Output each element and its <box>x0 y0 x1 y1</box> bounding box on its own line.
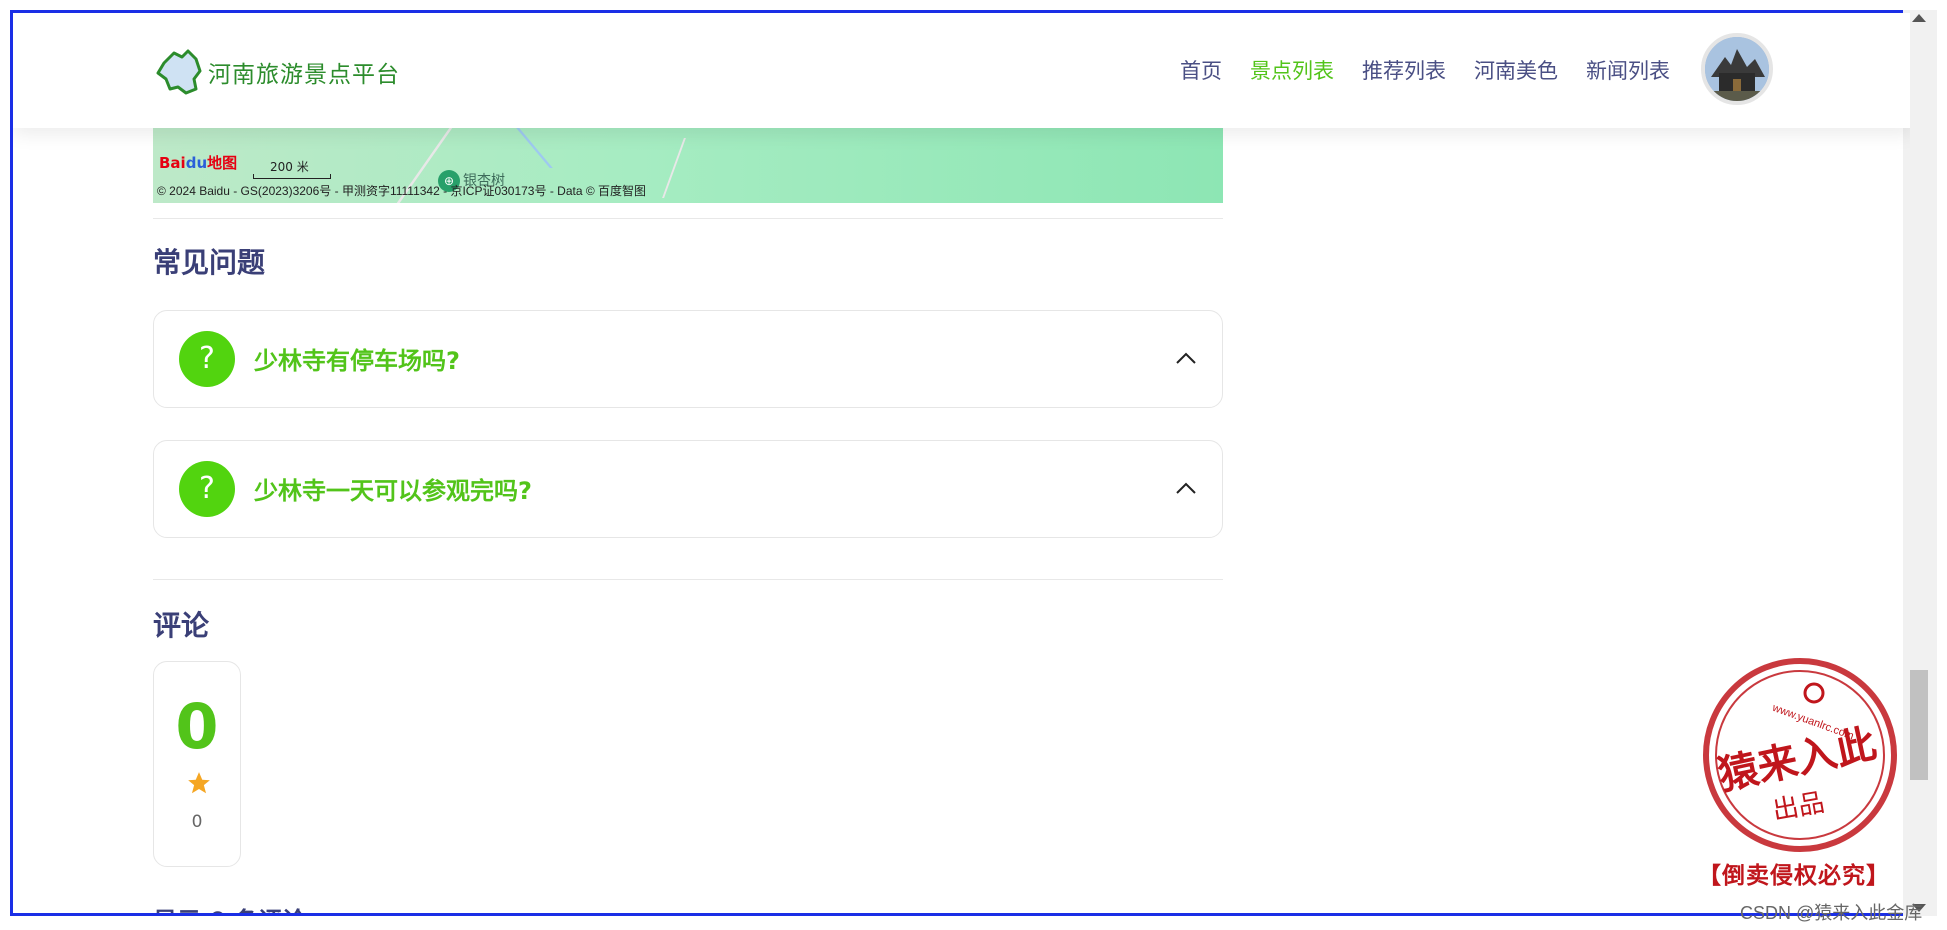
nav-home[interactable]: 首页 <box>1180 55 1222 85</box>
baidu-logo-cn: 地图 <box>207 154 238 172</box>
map-scale-label: 200 米 <box>270 160 309 174</box>
svg-text:猿来入此: 猿来入此 <box>1714 720 1880 799</box>
faq-item[interactable]: ? 少林寺一天可以参观完吗? <box>153 440 1223 538</box>
nav-attractions[interactable]: 景点列表 <box>1250 55 1334 85</box>
csdn-watermark: CSDN @猿来入此金库 <box>1740 903 1923 923</box>
henan-map-logo-icon <box>156 49 202 95</box>
comments-title: 评论 <box>153 609 210 642</box>
chevron-up-icon[interactable] <box>1175 347 1197 369</box>
nav-news[interactable]: 新闻列表 <box>1586 55 1670 85</box>
star-icon <box>188 772 210 794</box>
faq-question: 少林寺有停车场吗? <box>254 347 460 375</box>
map-river <box>516 128 553 168</box>
site-header: 河南旅游景点平台 首页 景点列表 推荐列表 河南美色 新闻列表 <box>13 13 1910 128</box>
page-scrollbar[interactable] <box>1903 10 1937 916</box>
baidu-logo-text: Bai <box>159 154 186 172</box>
scrollbar-thumb[interactable] <box>1910 670 1928 780</box>
site-logo[interactable]: 河南旅游景点平台 <box>156 49 400 95</box>
question-icon: ? <box>179 461 235 517</box>
section-divider <box>153 218 1223 219</box>
average-rating: 0 <box>175 690 219 763</box>
watermark-seal-icon: www.yuanlrc.com 猿来入此 出品 <box>1703 658 1897 852</box>
svg-text:出品: 出品 <box>1770 788 1826 827</box>
comments-showing-text: 显示 0 条评论 <box>153 901 306 913</box>
logo-title: 河南旅游景点平台 <box>208 62 400 88</box>
rating-summary-card: 0 0 <box>153 661 241 867</box>
faq-item[interactable]: ? 少林寺有停车场吗? <box>153 310 1223 408</box>
user-avatar[interactable] <box>1701 33 1773 105</box>
rating-count: 0 <box>191 812 203 832</box>
browser-viewport: 河南旅游景点平台 首页 景点列表 推荐列表 河南美色 新闻列表 Baidu地图 … <box>10 10 1913 916</box>
chevron-up-icon[interactable] <box>1175 477 1197 499</box>
map-road <box>662 138 686 198</box>
scroll-up-arrow-icon[interactable] <box>1912 14 1926 22</box>
main-nav: 首页 景点列表 推荐列表 河南美色 新闻列表 <box>1180 55 1670 85</box>
question-icon: ? <box>179 331 235 387</box>
baidu-logo-du: du <box>185 154 208 172</box>
baidu-logo[interactable]: Baidu地图 <box>159 152 237 173</box>
nav-recommend[interactable]: 推荐列表 <box>1362 55 1446 85</box>
section-divider <box>153 579 1223 580</box>
baidu-map[interactable]: Baidu地图 200 米 ⊕ 银杏树 © 2024 Baidu - GS(20… <box>153 128 1223 203</box>
faq-question: 少林寺一天可以参观完吗? <box>254 477 532 505</box>
map-copyright: © 2024 Baidu - GS(2023)3206号 - 甲测资字11111… <box>157 184 647 198</box>
map-scale-bar <box>253 174 331 179</box>
faq-title: 常见问题 <box>153 246 266 279</box>
watermark-tagline: 【倒卖侵权必究】 <box>1698 862 1890 889</box>
nav-scenery[interactable]: 河南美色 <box>1474 55 1558 85</box>
avatar-image <box>1705 37 1769 101</box>
